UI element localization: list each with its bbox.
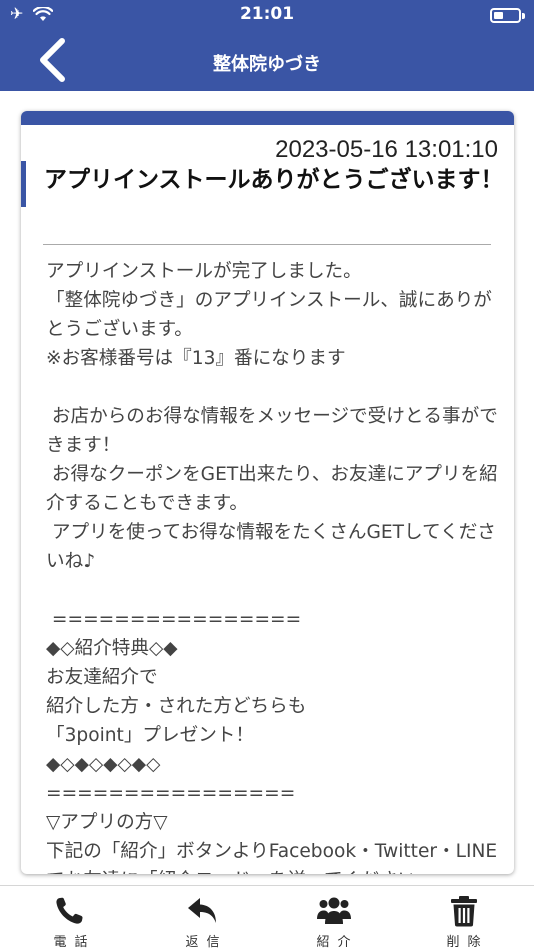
reply-icon bbox=[187, 898, 216, 923]
title-accent-bar bbox=[21, 161, 26, 207]
delete-tab-label: 削除 bbox=[446, 935, 489, 950]
page-title: 整体院ゆづき bbox=[213, 54, 321, 75]
users-icon bbox=[316, 897, 351, 924]
trash-icon bbox=[450, 896, 477, 927]
status-bar: ✈ 21:01 bbox=[0, 0, 534, 30]
message-date: 2023-05-16 13:01:10 bbox=[275, 136, 498, 163]
refer-tab-button[interactable]: 紹介 bbox=[267, 886, 400, 950]
phone-tab-button[interactable]: 電話 bbox=[4, 886, 137, 950]
battery-tip bbox=[522, 13, 525, 19]
refer-tab-label: 紹介 bbox=[316, 935, 359, 950]
phone-icon bbox=[55, 897, 83, 924]
delete-tab-button[interactable]: 削除 bbox=[397, 886, 530, 950]
reply-tab-label: 返信 bbox=[185, 935, 228, 950]
app-header: ✈ 21:01 整体院ゆづき bbox=[0, 0, 534, 91]
message-title: アプリインストールありがとうございます！ bbox=[44, 167, 504, 193]
message-body: アプリインストールが完了しました。 「整体院ゆづき」のアプリインストール、誠にあ… bbox=[46, 261, 498, 874]
message-card: 2023-05-16 13:01:10 アプリインストールありがとうございます！… bbox=[21, 111, 514, 874]
reply-tab-button[interactable]: 返信 bbox=[136, 886, 269, 950]
phone-tab-label: 電話 bbox=[53, 935, 96, 950]
battery-icon bbox=[490, 8, 521, 23]
bottom-tab-bar: 電話 返信 紹介 削除 bbox=[0, 885, 534, 950]
title-divider bbox=[43, 244, 491, 245]
card-header-bar bbox=[21, 111, 514, 125]
status-time: 21:01 bbox=[239, 4, 295, 24]
